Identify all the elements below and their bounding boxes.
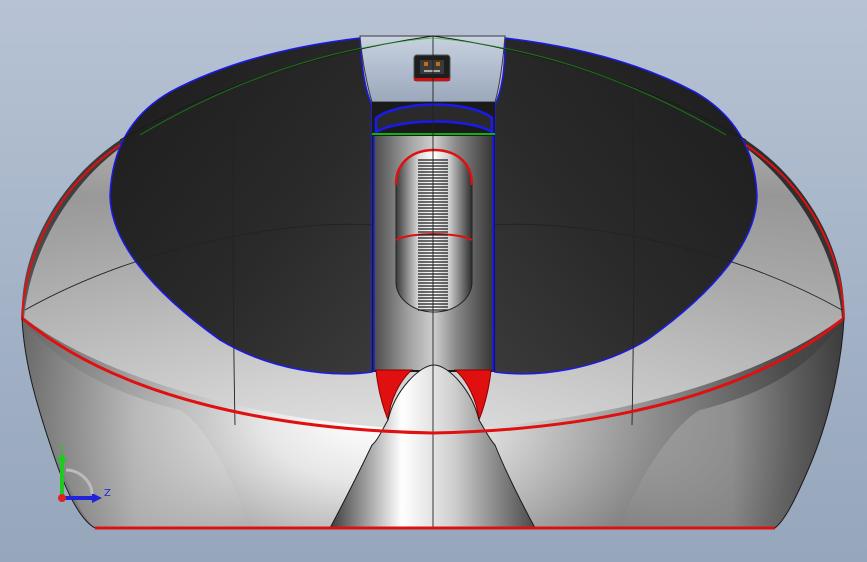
scroll-wheel[interactable] [394,148,474,313]
mouse-model-render[interactable]: Y Z [0,0,867,562]
cad-viewport[interactable]: Y Z [0,0,867,562]
triad-z-label: Z [104,488,111,499]
triad-y-label: Y [58,444,66,455]
triad-origin [58,494,66,502]
usb-connector [413,54,451,82]
